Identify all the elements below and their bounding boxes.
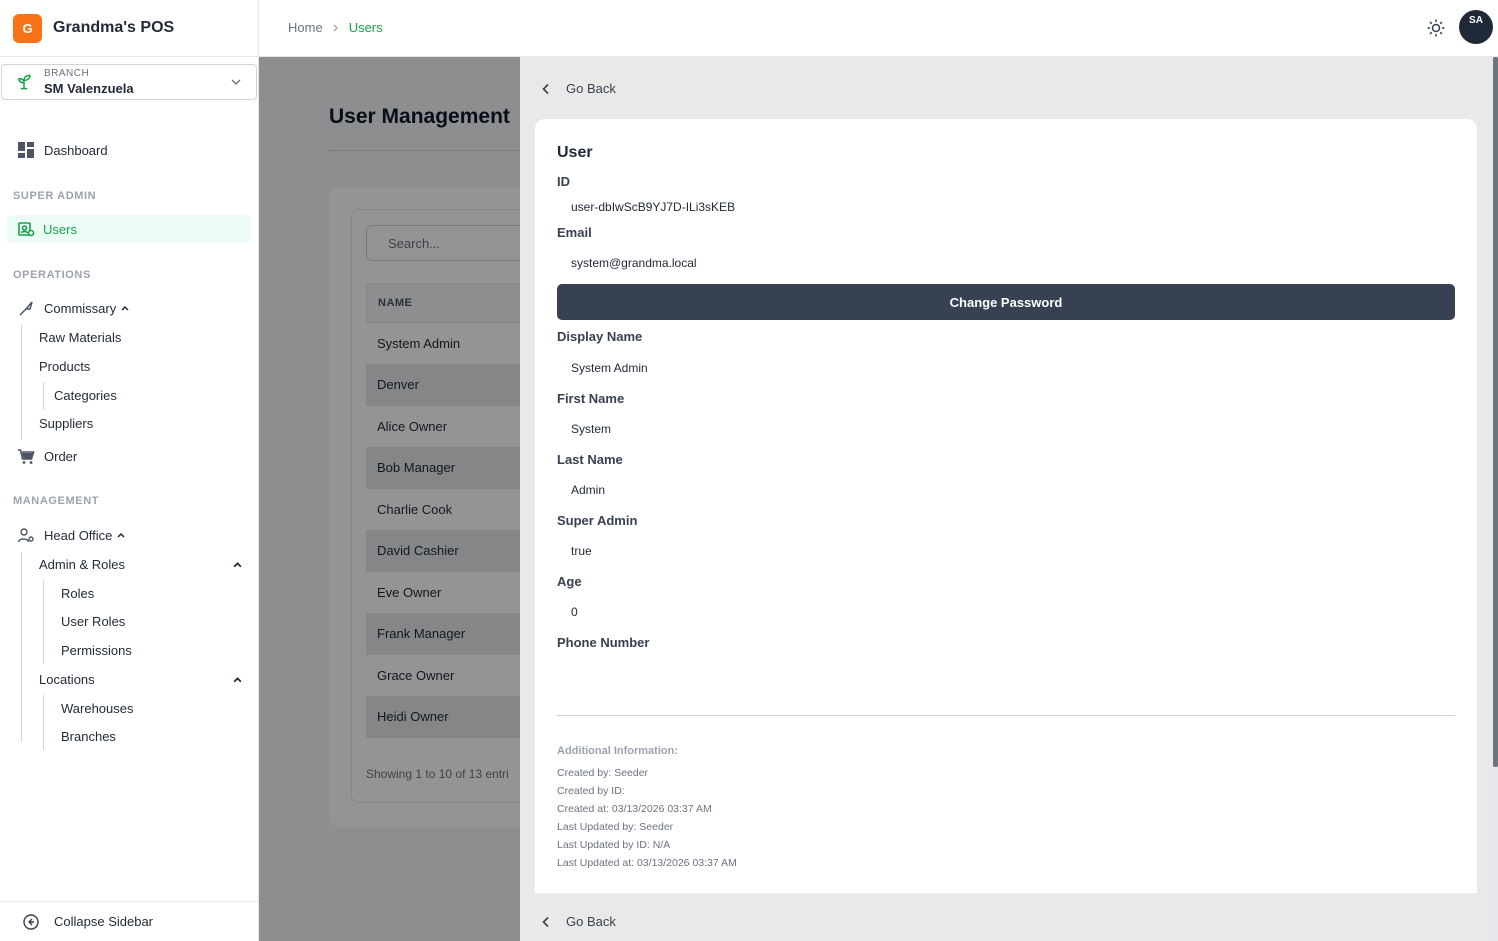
brand[interactable]: G Grandma's POS bbox=[0, 0, 258, 57]
sidebar-item-branches[interactable]: Branches bbox=[61, 729, 116, 744]
users-icon bbox=[17, 220, 35, 238]
dashboard-icon bbox=[17, 141, 35, 159]
display-name-label: Display Name bbox=[557, 329, 643, 344]
sidebar-item-dashboard[interactable]: Dashboard bbox=[17, 141, 108, 159]
phone-number-label: Phone Number bbox=[557, 635, 650, 650]
sidebar-item-label: Order bbox=[44, 448, 78, 464]
breadcrumb-home[interactable]: Home bbox=[288, 20, 323, 35]
sidebar-item-user-roles[interactable]: User Roles bbox=[61, 614, 125, 629]
email-value: system@grandma.local bbox=[571, 256, 697, 270]
cart-icon bbox=[17, 447, 35, 465]
sidebar-item-roles[interactable]: Roles bbox=[61, 586, 94, 601]
brand-logo: G bbox=[13, 13, 42, 43]
tree-line bbox=[43, 382, 44, 410]
knife-icon bbox=[17, 299, 35, 317]
sidebar-item-users[interactable]: Users bbox=[7, 215, 251, 243]
last-name-value: Admin bbox=[571, 483, 606, 497]
chevron-up-icon bbox=[117, 532, 125, 538]
sidebar-item-label: Users bbox=[43, 221, 77, 237]
sidebar-item-products[interactable]: Products bbox=[39, 359, 90, 374]
updated-by: Last Updated by: Seeder bbox=[557, 821, 674, 833]
age-label: Age bbox=[557, 574, 582, 589]
branch-selector[interactable]: BRANCH SM Valenzuela bbox=[1, 64, 257, 100]
sidebar-item-label: Commissary bbox=[44, 300, 117, 316]
super-admin-label: Super Admin bbox=[557, 513, 638, 528]
id-value: user-dbIwScB9YJ7D-ILi3sKEB bbox=[571, 200, 736, 214]
chevron-down-icon bbox=[231, 79, 241, 85]
leaf-icon bbox=[18, 74, 31, 90]
sidebar-item-categories[interactable]: Categories bbox=[54, 388, 117, 403]
tree-line bbox=[21, 325, 22, 440]
change-password-button[interactable]: Change Password bbox=[557, 284, 1455, 320]
avatar[interactable]: SA bbox=[1459, 10, 1493, 44]
sidebar-item-label: Head Office bbox=[44, 527, 113, 543]
updated-by-id: Last Updated by ID: N/A bbox=[557, 839, 671, 851]
created-at: Created at: 03/13/2026 03:37 AM bbox=[557, 803, 712, 815]
sidebar-item-locations[interactable]: Locations bbox=[39, 672, 95, 687]
breadcrumb-current: Users bbox=[348, 20, 383, 35]
sun-icon[interactable] bbox=[1426, 18, 1446, 38]
collapse-label: Collapse Sidebar bbox=[54, 914, 154, 929]
user-detail-panel: User ID user-dbIwScB9YJ7D-ILi3sKEB Email… bbox=[535, 119, 1477, 893]
go-back-label: Go Back bbox=[566, 914, 616, 929]
sidebar-item-warehouses[interactable]: Warehouses bbox=[61, 701, 134, 716]
sidebar: G Grandma's POS BRANCH SM Valenzuela Das… bbox=[0, 0, 259, 941]
go-back-label: Go Back bbox=[566, 81, 616, 96]
created-by: Created by: Seeder bbox=[557, 767, 649, 779]
user-gear-icon bbox=[17, 526, 35, 544]
chevron-left-icon bbox=[542, 916, 549, 927]
sidebar-item-label: Dashboard bbox=[44, 142, 108, 158]
age-value: 0 bbox=[571, 605, 578, 619]
tree-line bbox=[43, 580, 44, 664]
sidebar-item-raw-materials[interactable]: Raw Materials bbox=[39, 330, 121, 345]
app-name: Grandma's POS bbox=[53, 19, 175, 36]
scrollbar-thumb[interactable] bbox=[1493, 57, 1498, 767]
divider bbox=[557, 715, 1455, 716]
email-label: Email bbox=[557, 225, 592, 240]
sidebar-item-head-office[interactable]: Head Office bbox=[17, 526, 125, 544]
tree-line bbox=[43, 695, 44, 750]
section-management: MANAGEMENT bbox=[13, 495, 100, 507]
id-label: ID bbox=[557, 174, 570, 189]
go-back-button-bottom[interactable]: Go Back bbox=[540, 914, 616, 929]
panel-heading: User bbox=[557, 144, 593, 161]
go-back-button[interactable]: Go Back bbox=[540, 81, 616, 96]
first-name-value: System bbox=[571, 422, 612, 436]
sidebar-item-permissions[interactable]: Permissions bbox=[61, 643, 132, 658]
sidebar-item-commissary[interactable]: Commissary bbox=[17, 299, 129, 317]
created-by-id: Created by ID: bbox=[557, 785, 625, 797]
chevron-up-icon bbox=[121, 305, 129, 311]
sidebar-item-suppliers[interactable]: Suppliers bbox=[39, 416, 93, 431]
sidebar-item-order[interactable]: Order bbox=[17, 447, 77, 465]
first-name-label: First Name bbox=[557, 391, 625, 406]
tree-line bbox=[21, 552, 22, 742]
chevron-left-icon bbox=[542, 83, 549, 94]
chevron-up-icon[interactable] bbox=[233, 560, 242, 569]
topbar: Home Users SA bbox=[259, 0, 1498, 57]
last-name-label: Last Name bbox=[557, 452, 623, 467]
display-name-value: System Admin bbox=[571, 361, 648, 375]
scrollbar[interactable] bbox=[1493, 57, 1498, 941]
modal-backdrop[interactable] bbox=[259, 57, 520, 941]
section-operations: OPERATIONS bbox=[13, 269, 91, 281]
branch-value: SM Valenzuela bbox=[44, 81, 134, 96]
arrow-left-circle-icon bbox=[23, 913, 39, 930]
sidebar-item-admin-roles[interactable]: Admin & Roles bbox=[39, 557, 125, 572]
section-super-admin: SUPER ADMIN bbox=[13, 190, 97, 202]
updated-at: Last Updated at: 03/13/2026 03:37 AM bbox=[557, 857, 737, 869]
branch-label: BRANCH bbox=[44, 68, 90, 79]
chevron-up-icon[interactable] bbox=[233, 675, 242, 684]
chevron-right-icon bbox=[333, 24, 338, 31]
user-detail-drawer: Go Back User ID user-dbIwScB9YJ7D-ILi3sK… bbox=[520, 57, 1498, 941]
breadcrumb: Home Users bbox=[288, 20, 383, 35]
collapse-sidebar-button[interactable]: Collapse Sidebar bbox=[0, 901, 258, 941]
super-admin-value: true bbox=[571, 544, 592, 558]
additional-info-title: Additional Information: bbox=[557, 745, 678, 757]
